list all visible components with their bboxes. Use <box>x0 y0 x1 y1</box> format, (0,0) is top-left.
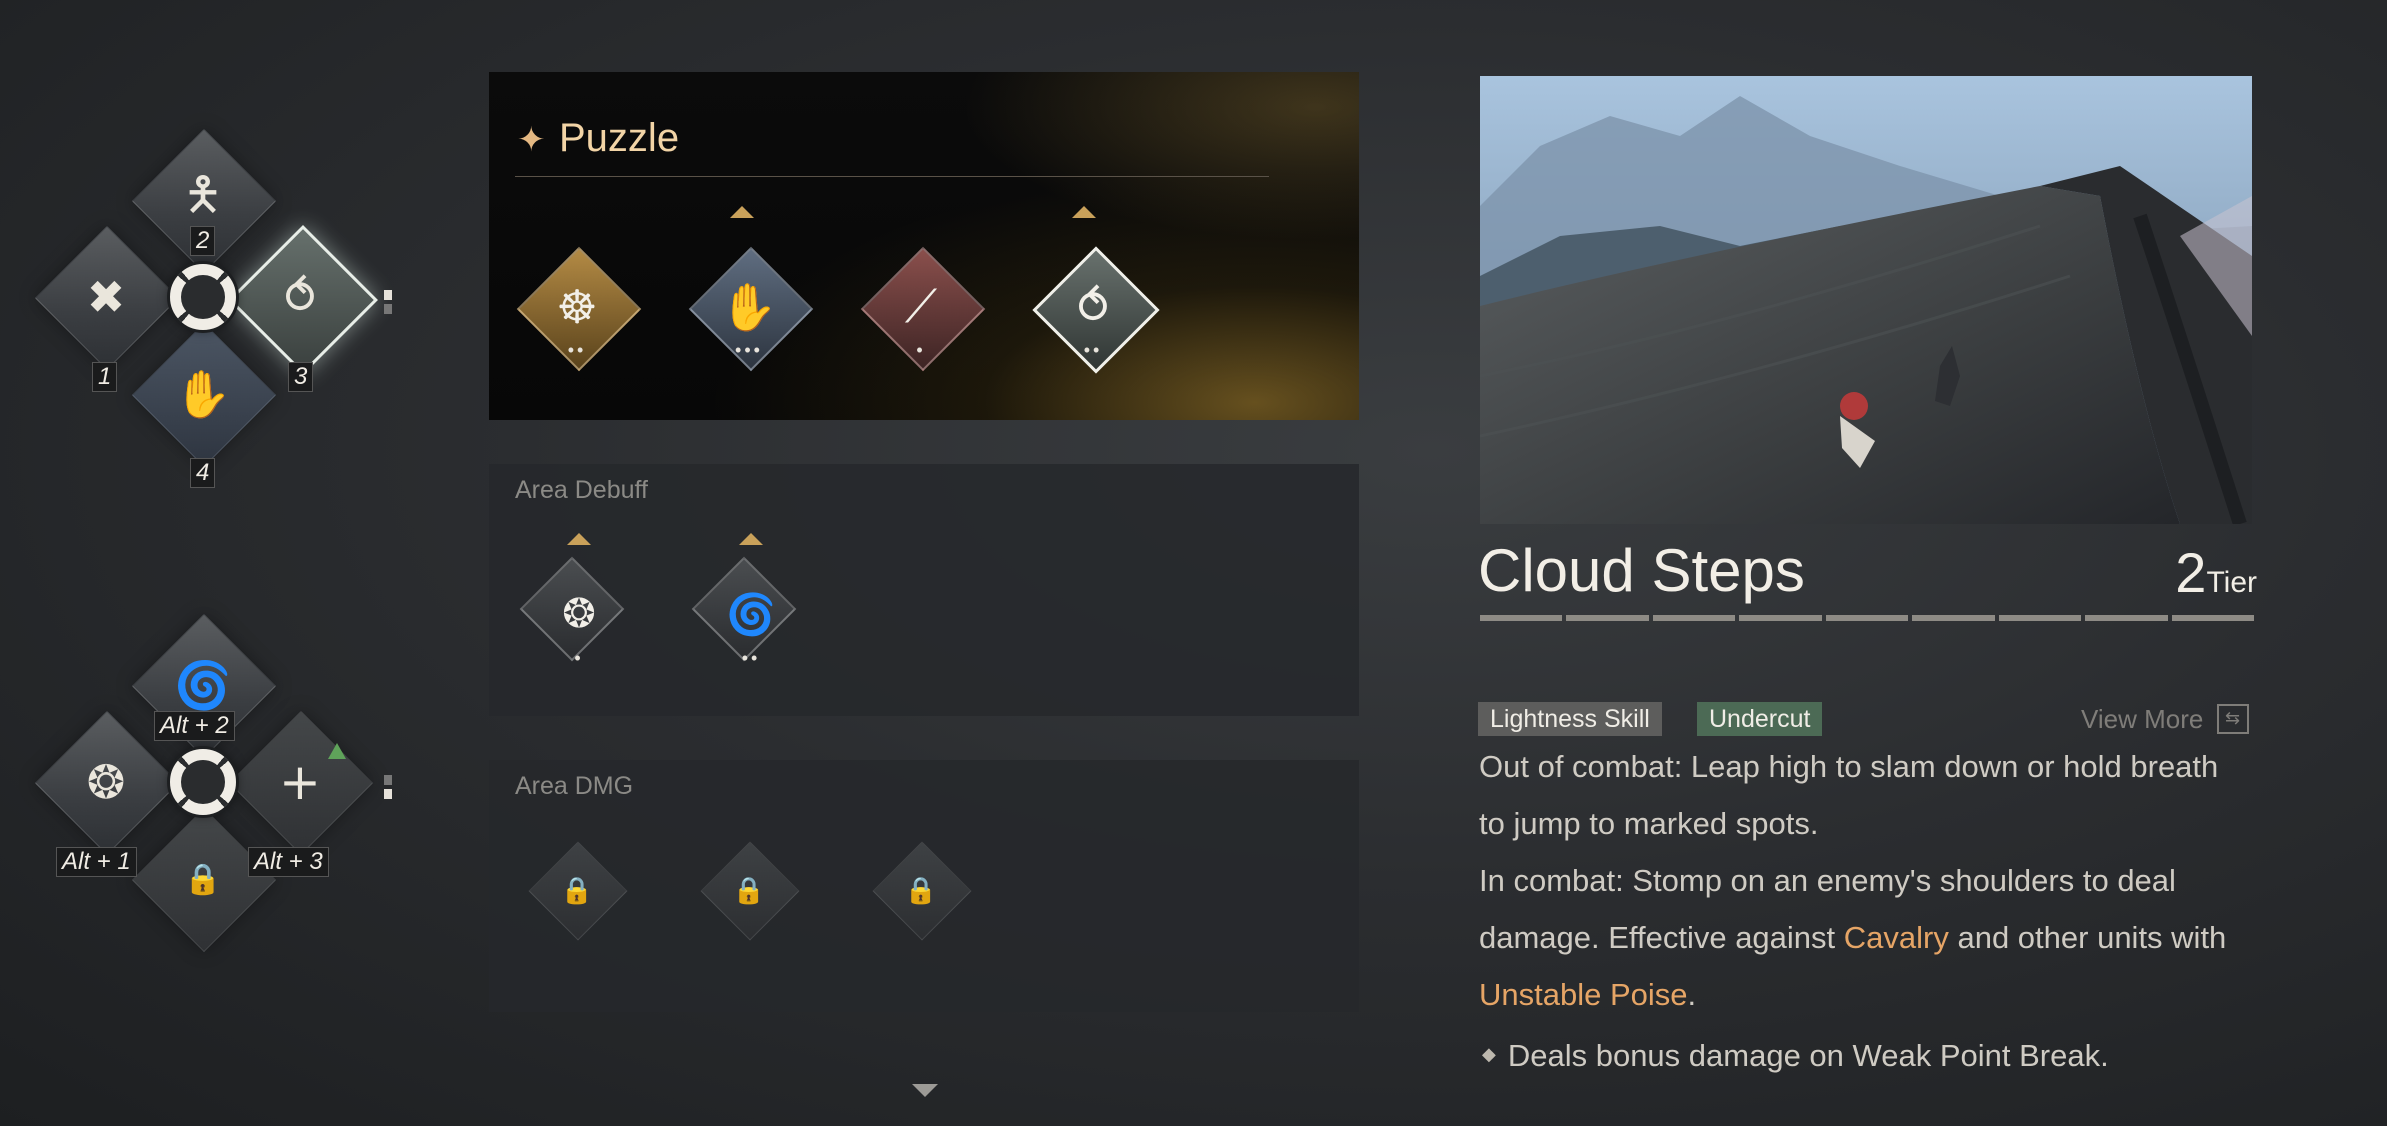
swap-icon: ⇆ <box>2216 704 2249 735</box>
lock-icon: 🔒 <box>184 861 222 897</box>
desc-line: Unstable Poise. <box>1479 977 1697 1012</box>
skill-level-pips: ••• <box>735 340 763 360</box>
slot-key-3: 3 <box>288 362 314 392</box>
desc-line: Out of combat: Leap high to slam down or… <box>1479 749 2219 784</box>
slot-key-alt2: Alt + 2 <box>154 711 235 741</box>
skill-level-pips: • <box>916 340 926 360</box>
swirl-icon: ❂ <box>86 755 126 809</box>
lock-icon: 🔒 <box>904 874 938 905</box>
area-debuff-panel: Area Debuff ❂ • 🌀 •• <box>489 464 1359 716</box>
diamond-bullet-icon: ◆ <box>1482 1044 1496 1064</box>
keyword-cavalry[interactable]: Cavalry <box>1844 920 1949 955</box>
slot-key-1: 1 <box>92 362 118 392</box>
lock-icon: 🔒 <box>560 874 594 905</box>
skill-description: Out of combat: Leap high to slam down or… <box>1479 738 2226 1023</box>
skill-tier: 2Tier <box>2175 541 2257 604</box>
blades-icon: ✖ <box>86 270 126 324</box>
grapple-icon: ✋ <box>174 366 232 421</box>
wheel-center-ring <box>170 264 236 330</box>
skill-level-pips: •• <box>741 648 761 668</box>
area-dmg-panel: Area DMG 🔒 🔒 🔒 <box>489 760 1359 1012</box>
skill-preview-image <box>1480 76 2252 524</box>
page-indicator <box>384 775 392 803</box>
rooftop-scene <box>1480 76 2252 524</box>
slot-key-alt1: Alt + 1 <box>56 847 137 877</box>
desc-line: In combat: Stomp on an enemy's shoulders… <box>1479 863 2176 898</box>
page-indicator <box>384 290 392 318</box>
divider <box>515 176 1269 177</box>
desc-line: to jump to marked spots. <box>1479 806 1819 841</box>
tag-lightness-skill: Lightness Skill <box>1478 702 1662 736</box>
cloud-steps-icon: ⥀ <box>284 270 316 324</box>
view-more-button[interactable]: View More ⇆ <box>2081 704 2249 736</box>
tier-progress-bar <box>1480 615 2254 621</box>
checked-icon <box>730 206 754 218</box>
skill-level-pips: •• <box>1083 340 1103 360</box>
skill-level-pips: •• <box>567 340 587 360</box>
area-debuff-title: Area Debuff <box>515 476 648 504</box>
slot-key-alt3: Alt + 3 <box>248 847 329 877</box>
new-indicator-icon <box>328 743 346 759</box>
skill-level-pips: • <box>574 648 584 668</box>
skill-wheel-secondary: 🌀 ❂ + 🔒 Alt + 1 Alt + 2 Alt + 3 <box>20 613 392 975</box>
puzzle-panel: ✦ Puzzle ☸ •• ✋ ••• ⟋ • ⥀ •• <box>489 72 1359 420</box>
puzzle-star-icon: ✦ <box>517 121 546 159</box>
tag-undercut: Undercut <box>1697 702 1823 736</box>
checked-icon <box>567 533 591 545</box>
desc-line: damage. Effective against Cavalry and ot… <box>1479 920 2227 955</box>
wheel-center-ring <box>170 749 236 815</box>
slot-key-4: 4 <box>190 458 216 488</box>
slot-key-2: 2 <box>190 226 216 256</box>
checked-icon <box>739 533 763 545</box>
skill-wheel-primary: 🯅 ✖ ⥀ ✋ 1 2 3 4 <box>20 128 392 490</box>
lock-icon: 🔒 <box>732 874 766 905</box>
area-dmg-title: Area DMG <box>515 772 634 800</box>
puzzle-title: Puzzle <box>559 116 680 160</box>
bonus-note: ◆ Deals bonus damage on Weak Point Break. <box>1482 1038 2109 1073</box>
keyword-unstable-poise[interactable]: Unstable Poise <box>1479 977 1688 1012</box>
scroll-down-icon[interactable] <box>912 1084 938 1097</box>
skill-name: Cloud Steps <box>1478 537 1805 604</box>
checked-icon <box>1072 206 1096 218</box>
